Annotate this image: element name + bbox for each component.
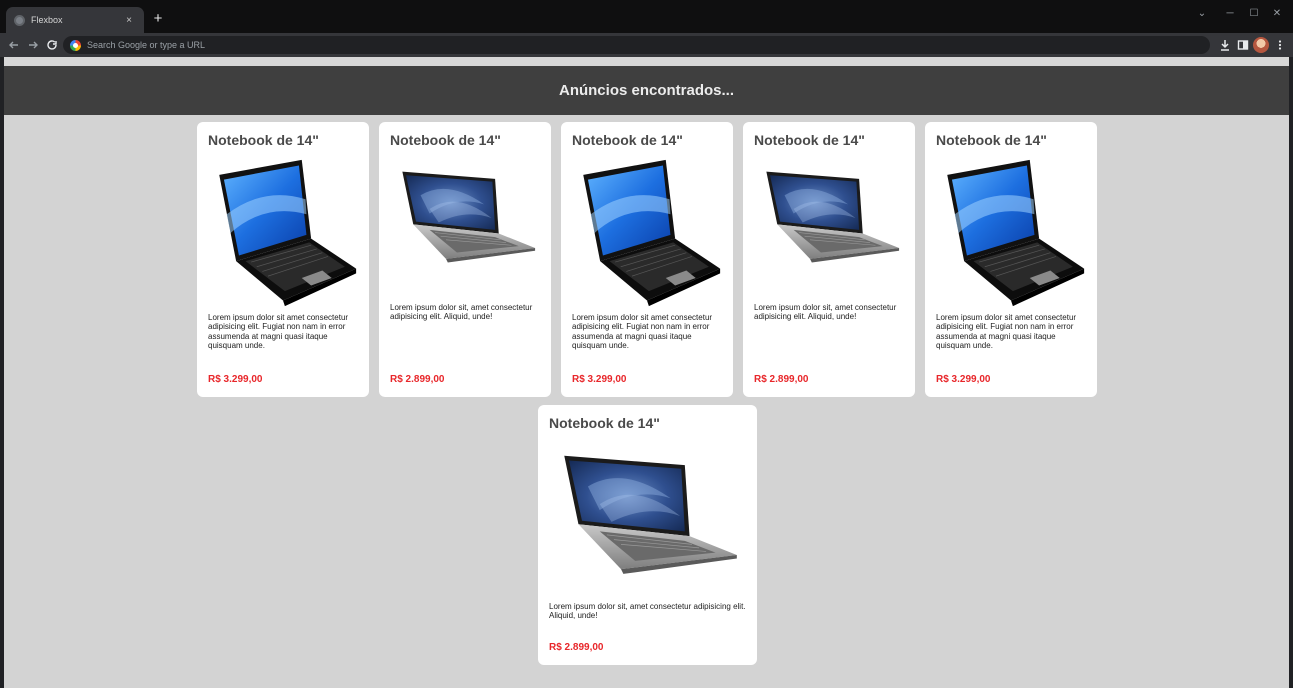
globe-icon xyxy=(14,14,25,26)
page-header: Anúncios encontrados... xyxy=(4,66,1289,115)
browser-toolbar xyxy=(0,33,1293,57)
product-card[interactable]: Notebook de 14" Lorem ipsum dolor sit, a… xyxy=(743,122,915,397)
profile-avatar[interactable] xyxy=(1253,37,1269,53)
tab-search-button[interactable]: ⌄ xyxy=(1191,6,1213,22)
card-description: Lorem ipsum dolor sit, amet consectetur … xyxy=(754,303,897,322)
product-card[interactable]: Notebook de 14" Lorem ipsum dolor sit am… xyxy=(561,122,733,397)
card-title: Notebook de 14" xyxy=(208,132,319,148)
card-description: Lorem ipsum dolor sit amet consectetur a… xyxy=(936,313,1077,350)
laptop-silver-icon xyxy=(552,451,742,581)
card-title: Notebook de 14" xyxy=(936,132,1047,148)
laptop-silver-icon xyxy=(393,168,539,268)
card-description: Lorem ipsum dolor sit amet consectetur a… xyxy=(572,313,713,350)
forward-icon[interactable] xyxy=(25,37,41,53)
minimize-button[interactable]: ─ xyxy=(1219,6,1241,22)
reload-icon[interactable] xyxy=(44,37,60,53)
product-card[interactable]: Notebook de 14" Lorem ipsum dolor sit am… xyxy=(197,122,369,397)
maximize-button[interactable]: ☐ xyxy=(1243,6,1265,22)
card-price: R$ 3.299,00 xyxy=(572,374,627,385)
product-card[interactable]: Notebook de 14" Lorem ipsum dolor sit am… xyxy=(925,122,1097,397)
google-icon xyxy=(70,39,81,51)
new-tab-button[interactable]: + xyxy=(150,11,166,27)
laptop-black-icon xyxy=(935,158,1087,308)
laptop-silver-icon xyxy=(757,168,903,268)
page-viewport: Anúncios encontrados... Notebook de 14" … xyxy=(4,57,1289,688)
address-input[interactable] xyxy=(87,40,487,50)
laptop-black-icon xyxy=(571,158,723,308)
tab-title: Flexbox xyxy=(31,15,63,25)
laptop-black-icon xyxy=(207,158,359,308)
card-price: R$ 2.899,00 xyxy=(754,374,809,385)
back-icon[interactable] xyxy=(6,37,22,53)
menu-icon[interactable] xyxy=(1273,38,1287,52)
card-title: Notebook de 14" xyxy=(754,132,865,148)
download-icon[interactable] xyxy=(1218,38,1232,52)
card-description: Lorem ipsum dolor sit, amet consectetur … xyxy=(549,602,746,621)
card-description: Lorem ipsum dolor sit amet consectetur a… xyxy=(208,313,349,350)
address-bar[interactable] xyxy=(63,36,1210,54)
card-title: Notebook de 14" xyxy=(390,132,501,148)
card-title: Notebook de 14" xyxy=(572,132,683,148)
card-description: Lorem ipsum dolor sit, amet consectetur … xyxy=(390,303,533,322)
card-price: R$ 2.899,00 xyxy=(390,374,445,385)
card-price: R$ 3.299,00 xyxy=(208,374,263,385)
sidepanel-icon[interactable] xyxy=(1236,38,1250,52)
close-window-button[interactable]: ✕ xyxy=(1266,6,1288,22)
card-title: Notebook de 14" xyxy=(549,415,660,431)
browser-titlebar: Flexbox × + ⌄ ─ ☐ ✕ xyxy=(0,0,1293,33)
card-price: R$ 3.299,00 xyxy=(936,374,991,385)
product-card[interactable]: Notebook de 14" Lorem ipsum dolor sit, a… xyxy=(379,122,551,397)
card-price: R$ 2.899,00 xyxy=(549,642,604,653)
tab-close-button[interactable]: × xyxy=(122,15,136,26)
browser-tab[interactable]: Flexbox × xyxy=(6,7,144,33)
page-title: Anúncios encontrados... xyxy=(558,82,735,99)
product-card[interactable]: Notebook de 14" Lorem ipsum dolor sit, a… xyxy=(538,405,757,665)
